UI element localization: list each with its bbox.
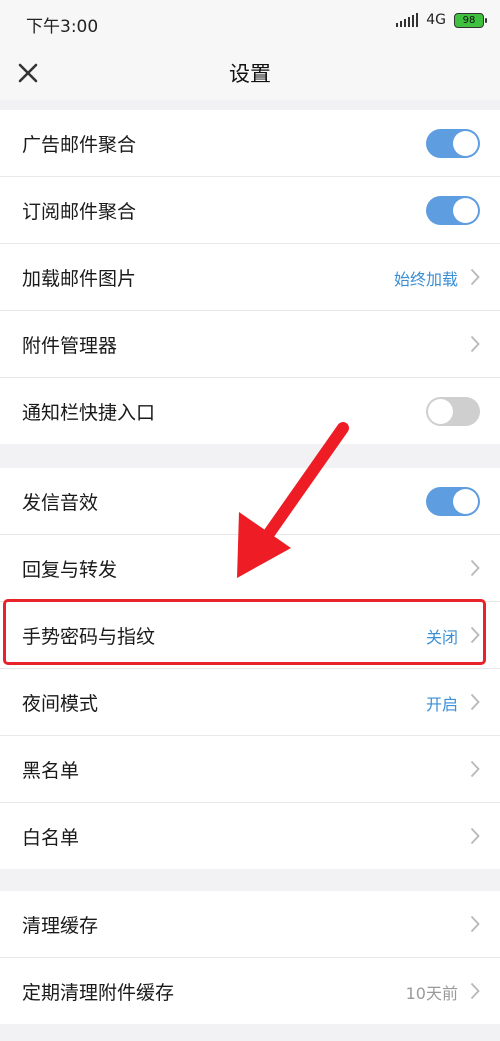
setting-whitelist[interactable]: 白名单: [0, 803, 500, 869]
setting-label: 加载邮件图片: [22, 268, 137, 290]
setting-label: 清理缓存: [22, 915, 99, 937]
notification-shortcut-toggle[interactable]: [426, 397, 480, 426]
setting-label: 订阅邮件聚合: [22, 201, 137, 223]
ad-mail-toggle[interactable]: [426, 129, 480, 158]
setting-periodic-attachment-cleanup[interactable]: 定期清理附件缓存 10天前: [0, 958, 500, 1024]
chevron-right-icon: [470, 335, 480, 353]
chevron-right-icon: [470, 915, 480, 933]
setting-label: 广告邮件聚合: [22, 134, 137, 156]
page-title: 设置: [229, 62, 271, 86]
toggle-knob: [453, 198, 478, 223]
chevron-right-icon: [470, 693, 480, 711]
toggle-knob: [453, 131, 478, 156]
setting-clear-cache[interactable]: 清理缓存: [0, 891, 500, 958]
setting-subscription-mail-aggregate[interactable]: 订阅邮件聚合: [0, 177, 500, 244]
setting-label: 发信音效: [22, 492, 99, 514]
setting-value: 开启: [425, 695, 458, 714]
subscription-mail-toggle[interactable]: [426, 196, 480, 225]
setting-label: 黑名单: [22, 760, 80, 782]
setting-attachment-manager[interactable]: 附件管理器: [0, 311, 500, 378]
chevron-right-icon: [470, 760, 480, 778]
network-type: 4G: [426, 12, 446, 28]
toggle-knob: [453, 489, 478, 514]
setting-label: 夜间模式: [22, 693, 99, 715]
setting-label: 通知栏快捷入口: [22, 402, 156, 424]
send-sound-toggle[interactable]: [426, 487, 480, 516]
setting-night-mode[interactable]: 夜间模式 开启: [0, 669, 500, 736]
status-indicators: 4G 98: [396, 12, 487, 28]
settings-group-3: 清理缓存 定期清理附件缓存 10天前: [0, 891, 500, 1024]
setting-value: 始终加载: [393, 270, 458, 289]
chevron-right-icon: [470, 268, 480, 286]
status-time: 下午3:00: [26, 17, 99, 37]
chevron-right-icon: [470, 827, 480, 845]
setting-label: 白名单: [22, 827, 80, 849]
nav-bar: 设置: [0, 44, 500, 100]
setting-label: 回复与转发: [22, 559, 118, 581]
setting-label: 附件管理器: [22, 335, 118, 357]
setting-load-mail-images[interactable]: 加载邮件图片 始终加载: [0, 244, 500, 311]
setting-blacklist[interactable]: 黑名单: [0, 736, 500, 803]
setting-ad-mail-aggregate[interactable]: 广告邮件聚合: [0, 110, 500, 177]
setting-label: 定期清理附件缓存: [22, 982, 175, 1004]
battery-icon: 98: [454, 12, 487, 28]
settings-group-1: 广告邮件聚合 订阅邮件聚合 加载邮件图片 始终加载 附件管理器 通知栏快捷入口: [0, 110, 500, 444]
toggle-knob: [428, 399, 453, 424]
pointer-arrow-icon: [237, 422, 349, 578]
chevron-right-icon: [470, 982, 480, 1000]
setting-value: 10天前: [405, 984, 458, 1003]
chevron-right-icon: [470, 559, 480, 577]
highlight-box: [3, 599, 486, 665]
status-bar: 下午3:00 4G 98: [0, 0, 500, 44]
signal-icon: [396, 13, 419, 27]
